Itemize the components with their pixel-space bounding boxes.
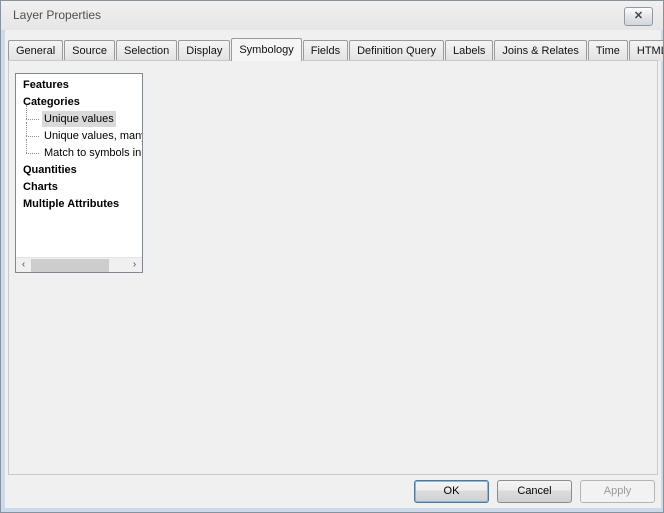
tab-selection[interactable]: Selection [116, 40, 177, 61]
dialog-body: General Source Selection Display Symbolo… [5, 30, 661, 508]
close-icon: ✕ [634, 10, 643, 22]
tab-fields[interactable]: Fields [303, 40, 348, 61]
tab-joins-relates[interactable]: Joins & Relates [494, 40, 586, 61]
show-item-unique-values-many[interactable]: Unique values, many [16, 128, 142, 144]
show-item-features[interactable]: Features [16, 77, 142, 93]
tab-html-popup[interactable]: HTML Popup [629, 40, 664, 61]
tab-definition-query[interactable]: Definition Query [349, 40, 444, 61]
tree-horizontal-scrollbar[interactable]: ‹ › [16, 257, 142, 272]
tab-bar: General Source Selection Display Symbolo… [8, 38, 664, 61]
cancel-button[interactable]: Cancel [497, 480, 572, 503]
apply-button: Apply [580, 480, 655, 503]
layer-properties-dialog: Layer Properties ✕ General Source Select… [0, 0, 664, 513]
tab-symbology[interactable]: Symbology [231, 38, 301, 61]
show-item-multiple-attributes[interactable]: Multiple Attributes [16, 196, 142, 212]
show-listbox: Features Categories Unique values Unique… [15, 73, 143, 273]
close-button[interactable]: ✕ [624, 7, 653, 26]
show-item-quantities[interactable]: Quantities [16, 162, 142, 178]
show-item-unique-values[interactable]: Unique values [16, 111, 142, 127]
window-title: Layer Properties [13, 8, 101, 22]
scroll-left-icon[interactable]: ‹ [16, 258, 31, 273]
tab-labels[interactable]: Labels [445, 40, 493, 61]
tab-display[interactable]: Display [178, 40, 230, 61]
ok-button[interactable]: OK [414, 480, 489, 503]
title-bar[interactable]: Layer Properties ✕ [1, 1, 663, 30]
scrollbar-thumb[interactable] [31, 259, 109, 272]
tab-general[interactable]: General [8, 40, 63, 61]
show-item-match-symbols[interactable]: Match to symbols in a [16, 145, 142, 161]
scroll-right-icon[interactable]: › [127, 258, 142, 273]
tab-time[interactable]: Time [588, 40, 628, 61]
tab-source[interactable]: Source [64, 40, 115, 61]
show-item-charts[interactable]: Charts [16, 179, 142, 195]
show-item-categories[interactable]: Categories [16, 94, 142, 110]
